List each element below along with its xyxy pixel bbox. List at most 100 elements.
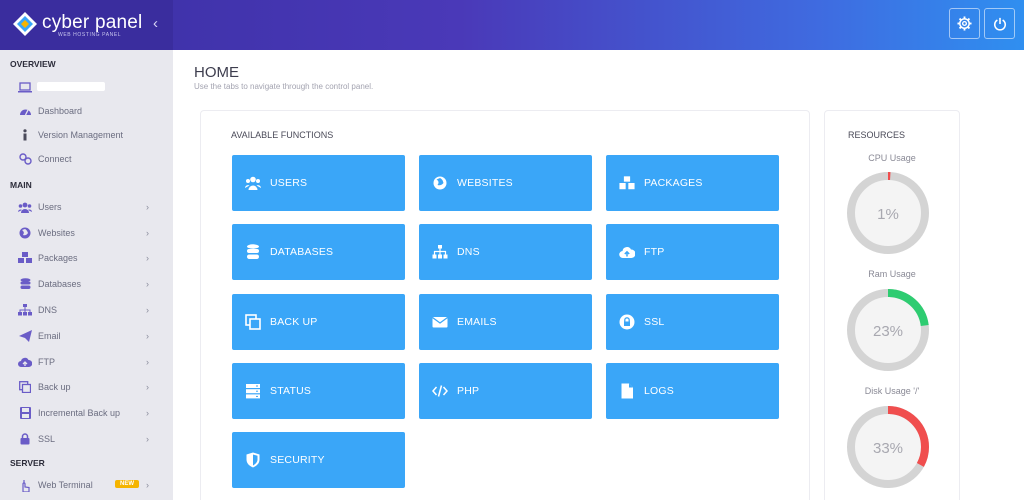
laptop-icon (18, 81, 32, 93)
tile-label: FTP (644, 246, 665, 258)
chevron-right-icon: › (146, 228, 149, 238)
chevron-right-icon: › (146, 305, 149, 315)
sidebar-item-label: Web Terminal (38, 480, 93, 490)
tile-label: PHP (457, 385, 480, 397)
terminal-icon (18, 479, 32, 492)
tile-label: USERS (270, 177, 308, 189)
redacted-hostname (37, 82, 105, 91)
tile-ssl[interactable]: SSL (606, 294, 779, 350)
sidebar-item-packages[interactable]: Packages › (0, 248, 173, 268)
settings-button[interactable] (949, 8, 980, 39)
sidebar-item-version-management[interactable]: Version Management (0, 125, 173, 145)
cloud-upload-icon (18, 356, 32, 368)
globe-icon (433, 176, 447, 190)
tile-ftp[interactable]: FTP (606, 224, 779, 280)
cpu-usage-label: CPU Usage (868, 153, 916, 163)
brand[interactable]: cyber panel WEB HOSTING PANEL ‹ (0, 0, 173, 50)
tile-status[interactable]: STATUS (232, 363, 405, 419)
ram-usage-label: Ram Usage (868, 269, 916, 279)
chevron-right-icon: › (146, 279, 149, 289)
brand-subtitle: WEB HOSTING PANEL (58, 32, 122, 38)
tile-php[interactable]: PHP (419, 363, 592, 419)
tile-label: BACK UP (270, 316, 318, 328)
section-overview: OVERVIEW (10, 59, 56, 69)
sidebar-item-label: FTP (38, 357, 55, 367)
tile-emails[interactable]: EMAILS (419, 294, 592, 350)
lock-icon (619, 314, 635, 330)
disk-usage-gauge: 33% (847, 406, 929, 488)
globe-icon (18, 227, 32, 239)
sidebar-item-label: DNS (38, 305, 58, 315)
tile-label: STATUS (270, 385, 312, 397)
logout-button[interactable] (984, 8, 1015, 39)
section-server: SERVER (10, 458, 45, 468)
sidebar: OVERVIEW Dashboard Version Management Co… (0, 50, 173, 500)
tile-users[interactable]: USERS (232, 155, 405, 211)
shield-icon (246, 452, 260, 468)
info-icon (18, 129, 32, 141)
envelope-icon (432, 316, 448, 328)
sidebar-item-label: Email (38, 331, 61, 341)
sitemap-icon (432, 245, 448, 259)
ram-usage-value: 23% (873, 323, 903, 340)
sidebar-item-dashboard[interactable]: Dashboard (0, 101, 173, 121)
ram-usage-gauge: 23% (847, 289, 929, 371)
sidebar-item-connect[interactable]: Connect (0, 149, 173, 169)
sidebar-item-users[interactable]: Users › (0, 197, 173, 217)
tile-label: WEBSITES (457, 177, 513, 189)
section-main: MAIN (10, 180, 32, 190)
cyberpanel-logo-icon (13, 12, 37, 36)
chevron-right-icon: › (146, 382, 149, 392)
sidebar-item-backup[interactable]: Back up › (0, 377, 173, 397)
tile-packages[interactable]: PACKAGES (606, 155, 779, 211)
collapse-sidebar-icon[interactable]: ‹ (153, 15, 158, 32)
tile-label: SECURITY (270, 454, 325, 466)
tile-websites[interactable]: WEBSITES (419, 155, 592, 211)
sidebar-item-label: Incremental Back up (38, 408, 121, 418)
chevron-right-icon: › (146, 480, 149, 490)
sidebar-item-label: Websites (38, 228, 75, 238)
sidebar-item-ftp[interactable]: FTP › (0, 352, 173, 372)
paper-plane-icon (18, 330, 32, 342)
server-icon (246, 384, 260, 399)
sidebar-item-incremental-backup[interactable]: Incremental Back up › (0, 403, 173, 423)
cpu-usage-gauge: 1% (847, 172, 929, 254)
chevron-right-icon: › (146, 357, 149, 367)
cubes-icon (18, 252, 32, 264)
tile-databases[interactable]: DATABASES (232, 224, 405, 280)
cubes-icon (619, 176, 635, 190)
dashboard-icon (18, 105, 32, 117)
tile-dns[interactable]: DNS (419, 224, 592, 280)
sidebar-item-web-terminal[interactable]: Web Terminal NEW › (0, 475, 173, 495)
page-title: HOME (194, 64, 239, 81)
users-icon (245, 176, 261, 190)
tile-backup[interactable]: BACK UP (232, 294, 405, 350)
tile-label: PACKAGES (644, 177, 703, 189)
sidebar-item-label: SSL (38, 434, 56, 444)
users-icon (18, 201, 32, 213)
sidebar-item-websites[interactable]: Websites › (0, 223, 173, 243)
tile-label: DNS (457, 246, 480, 258)
sidebar-item-email[interactable]: Email › (0, 326, 173, 346)
database-icon (18, 278, 32, 290)
link-icon (18, 153, 32, 165)
code-icon (432, 385, 448, 397)
sidebar-item-dns[interactable]: DNS › (0, 300, 173, 320)
chevron-right-icon: › (146, 202, 149, 212)
tile-security[interactable]: SECURITY (232, 432, 405, 488)
disk-usage-label: Disk Usage '/' (864, 386, 920, 396)
chevron-right-icon: › (146, 331, 149, 341)
file-icon (621, 383, 633, 399)
chevron-right-icon: › (146, 253, 149, 263)
new-badge: NEW (115, 480, 139, 488)
sidebar-item-databases[interactable]: Databases › (0, 274, 173, 294)
tile-label: DATABASES (270, 246, 334, 258)
sidebar-item-ssl[interactable]: SSL › (0, 429, 173, 449)
cloud-upload-icon (619, 247, 635, 259)
cpu-usage-value: 1% (877, 206, 899, 223)
copy-icon (245, 314, 261, 330)
sidebar-item-label: Dashboard (38, 106, 83, 116)
tile-logs[interactable]: LOGS (606, 363, 779, 419)
tile-label: EMAILS (457, 316, 497, 328)
sidebar-item-label: Databases (38, 279, 82, 289)
